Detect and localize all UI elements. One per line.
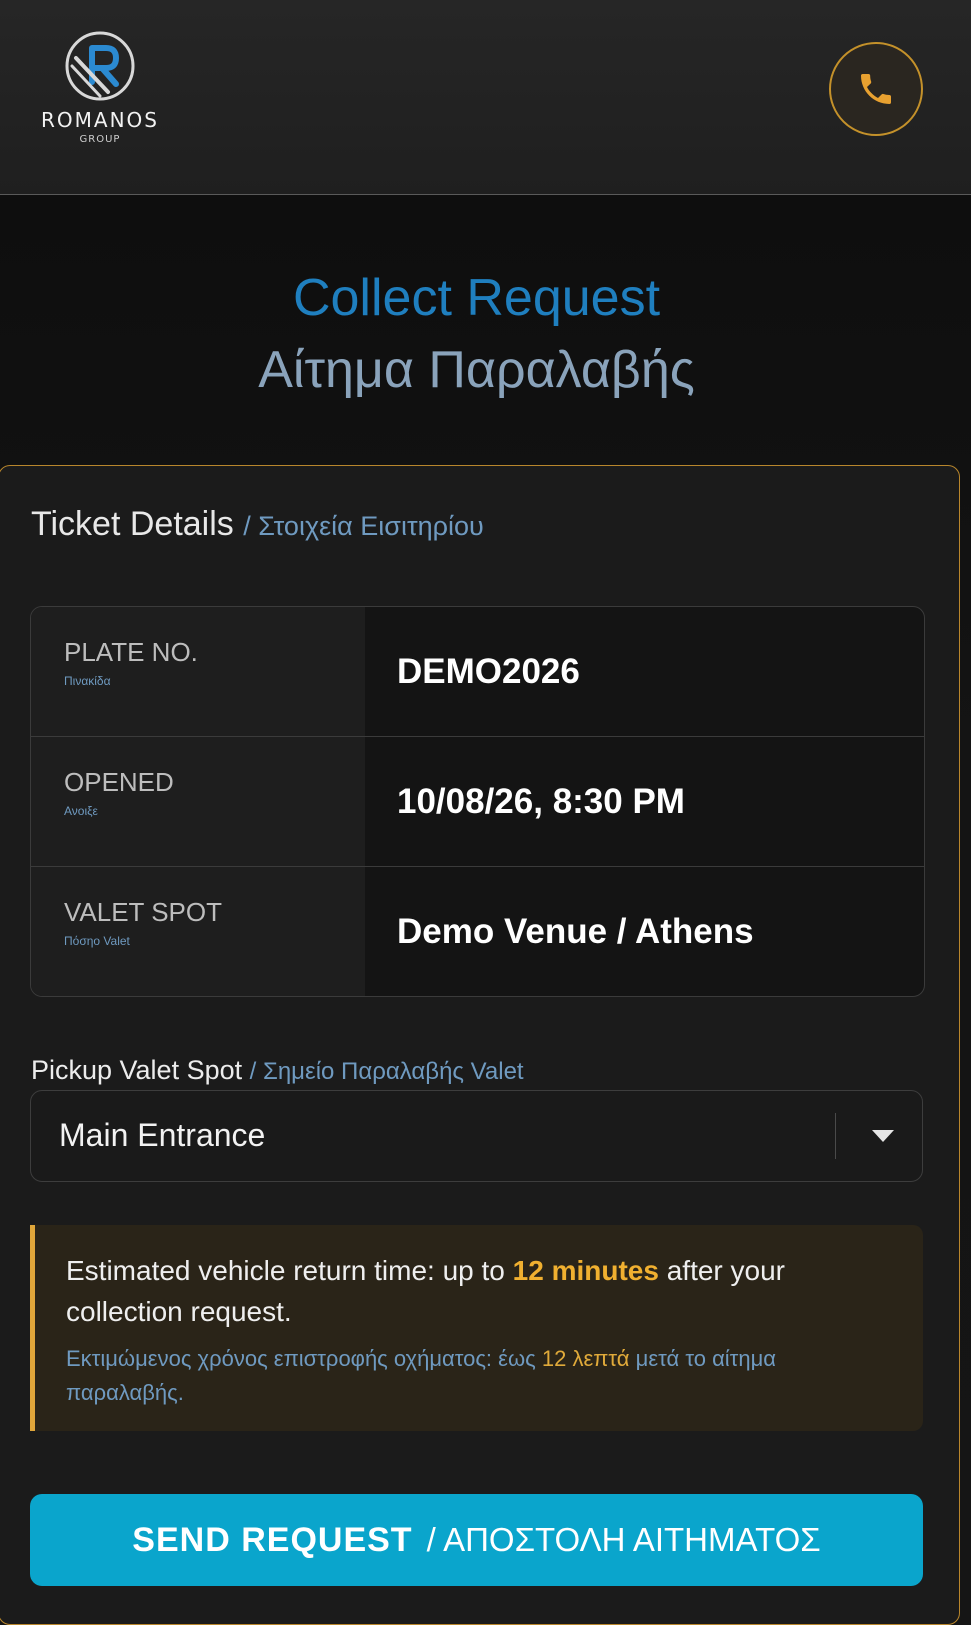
logo-subtitle: GROUP (79, 134, 121, 145)
notice-text-gr: Εκτιμώμενος χρόνος επιστροφής οχήματος: … (66, 1342, 886, 1410)
detail-row-opened: OPENED Ανοιξε 10/08/26, 8:30 PM (31, 737, 924, 867)
notice-en-highlight: 12 minutes (512, 1255, 659, 1286)
ticket-details-heading: Ticket Details / Στοιχεία Εισιτηρίου (31, 505, 484, 544)
detail-label-en: VALET SPOT (64, 897, 222, 927)
logo-name: ROMANOS (41, 108, 159, 132)
opened-value: 10/08/26, 8:30 PM (397, 781, 685, 821)
logo-mark-icon (65, 31, 135, 101)
page-title-greek: Αίτημα Παραλαβής (258, 341, 695, 399)
chevron-down-icon[interactable] (871, 1129, 895, 1143)
detail-row-plate: PLATE NO. Πινακίδα DEMO2026 (31, 607, 924, 737)
pickup-spot-selected: Main Entrance (59, 1117, 266, 1153)
select-divider (835, 1113, 836, 1159)
pickup-label-en: Pickup Valet Spot (31, 1055, 243, 1085)
romanos-logo[interactable]: ROMANOS GROUP (30, 28, 170, 158)
detail-row-valet-spot: VALET SPOT Πόσηο Valet Demo Venue / Athe… (31, 867, 924, 996)
detail-label-gr: Ανοιξε (64, 804, 98, 818)
plate-value: DEMO2026 (397, 651, 580, 691)
return-time-notice: Estimated vehicle return time: up to 12 … (30, 1225, 923, 1431)
send-request-label: SEND REQUEST (132, 1520, 413, 1559)
pickup-spot-label: Pickup Valet Spot / Σημείο Παραλαβής Val… (31, 1055, 524, 1086)
detail-label: OPENED Ανοιξε (31, 737, 365, 866)
pickup-spot-select[interactable]: Main Entrance (30, 1090, 923, 1182)
detail-label-en: PLATE NO. (64, 637, 198, 667)
detail-label-en: OPENED (64, 767, 174, 797)
valet-spot-value: Demo Venue / Athens (397, 911, 754, 951)
page-title: Collect Request (292, 269, 661, 327)
ticket-details-table: PLATE NO. Πινακίδα DEMO2026 OPENED Ανοιξ… (30, 606, 925, 997)
ticket-details-title-greek: / Στοιχεία Εισιτηρίου (243, 511, 484, 541)
send-request-label-greek: / ΑΠΟΣΤΟΛΗ ΑΙΤΗΜΑΤΟΣ (426, 1521, 821, 1558)
ticket-details-title: Ticket Details (31, 505, 234, 543)
detail-label-gr: Πόσηο Valet (64, 934, 130, 948)
detail-label-gr: Πινακίδα (64, 674, 111, 688)
pickup-label-gr: / Σημείο Παραλαβής Valet (249, 1058, 524, 1085)
call-button[interactable] (829, 42, 923, 136)
detail-label: VALET SPOT Πόσηο Valet (31, 867, 365, 996)
notice-en-before: Estimated vehicle return time: up to (66, 1255, 513, 1286)
send-request-button[interactable]: SEND REQUEST / ΑΠΟΣΤΟΛΗ ΑΙΤΗΜΑΤΟΣ (30, 1494, 923, 1586)
notice-gr-before: Εκτιμώμενος χρόνος επιστροφής οχήματος: … (66, 1346, 542, 1371)
app-header: ROMANOS GROUP (0, 0, 971, 195)
notice-text-en: Estimated vehicle return time: up to 12 … (66, 1250, 886, 1332)
notice-gr-highlight: 12 λεπτά (541, 1346, 630, 1371)
phone-icon (861, 74, 891, 104)
detail-label: PLATE NO. Πινακίδα (31, 607, 365, 736)
